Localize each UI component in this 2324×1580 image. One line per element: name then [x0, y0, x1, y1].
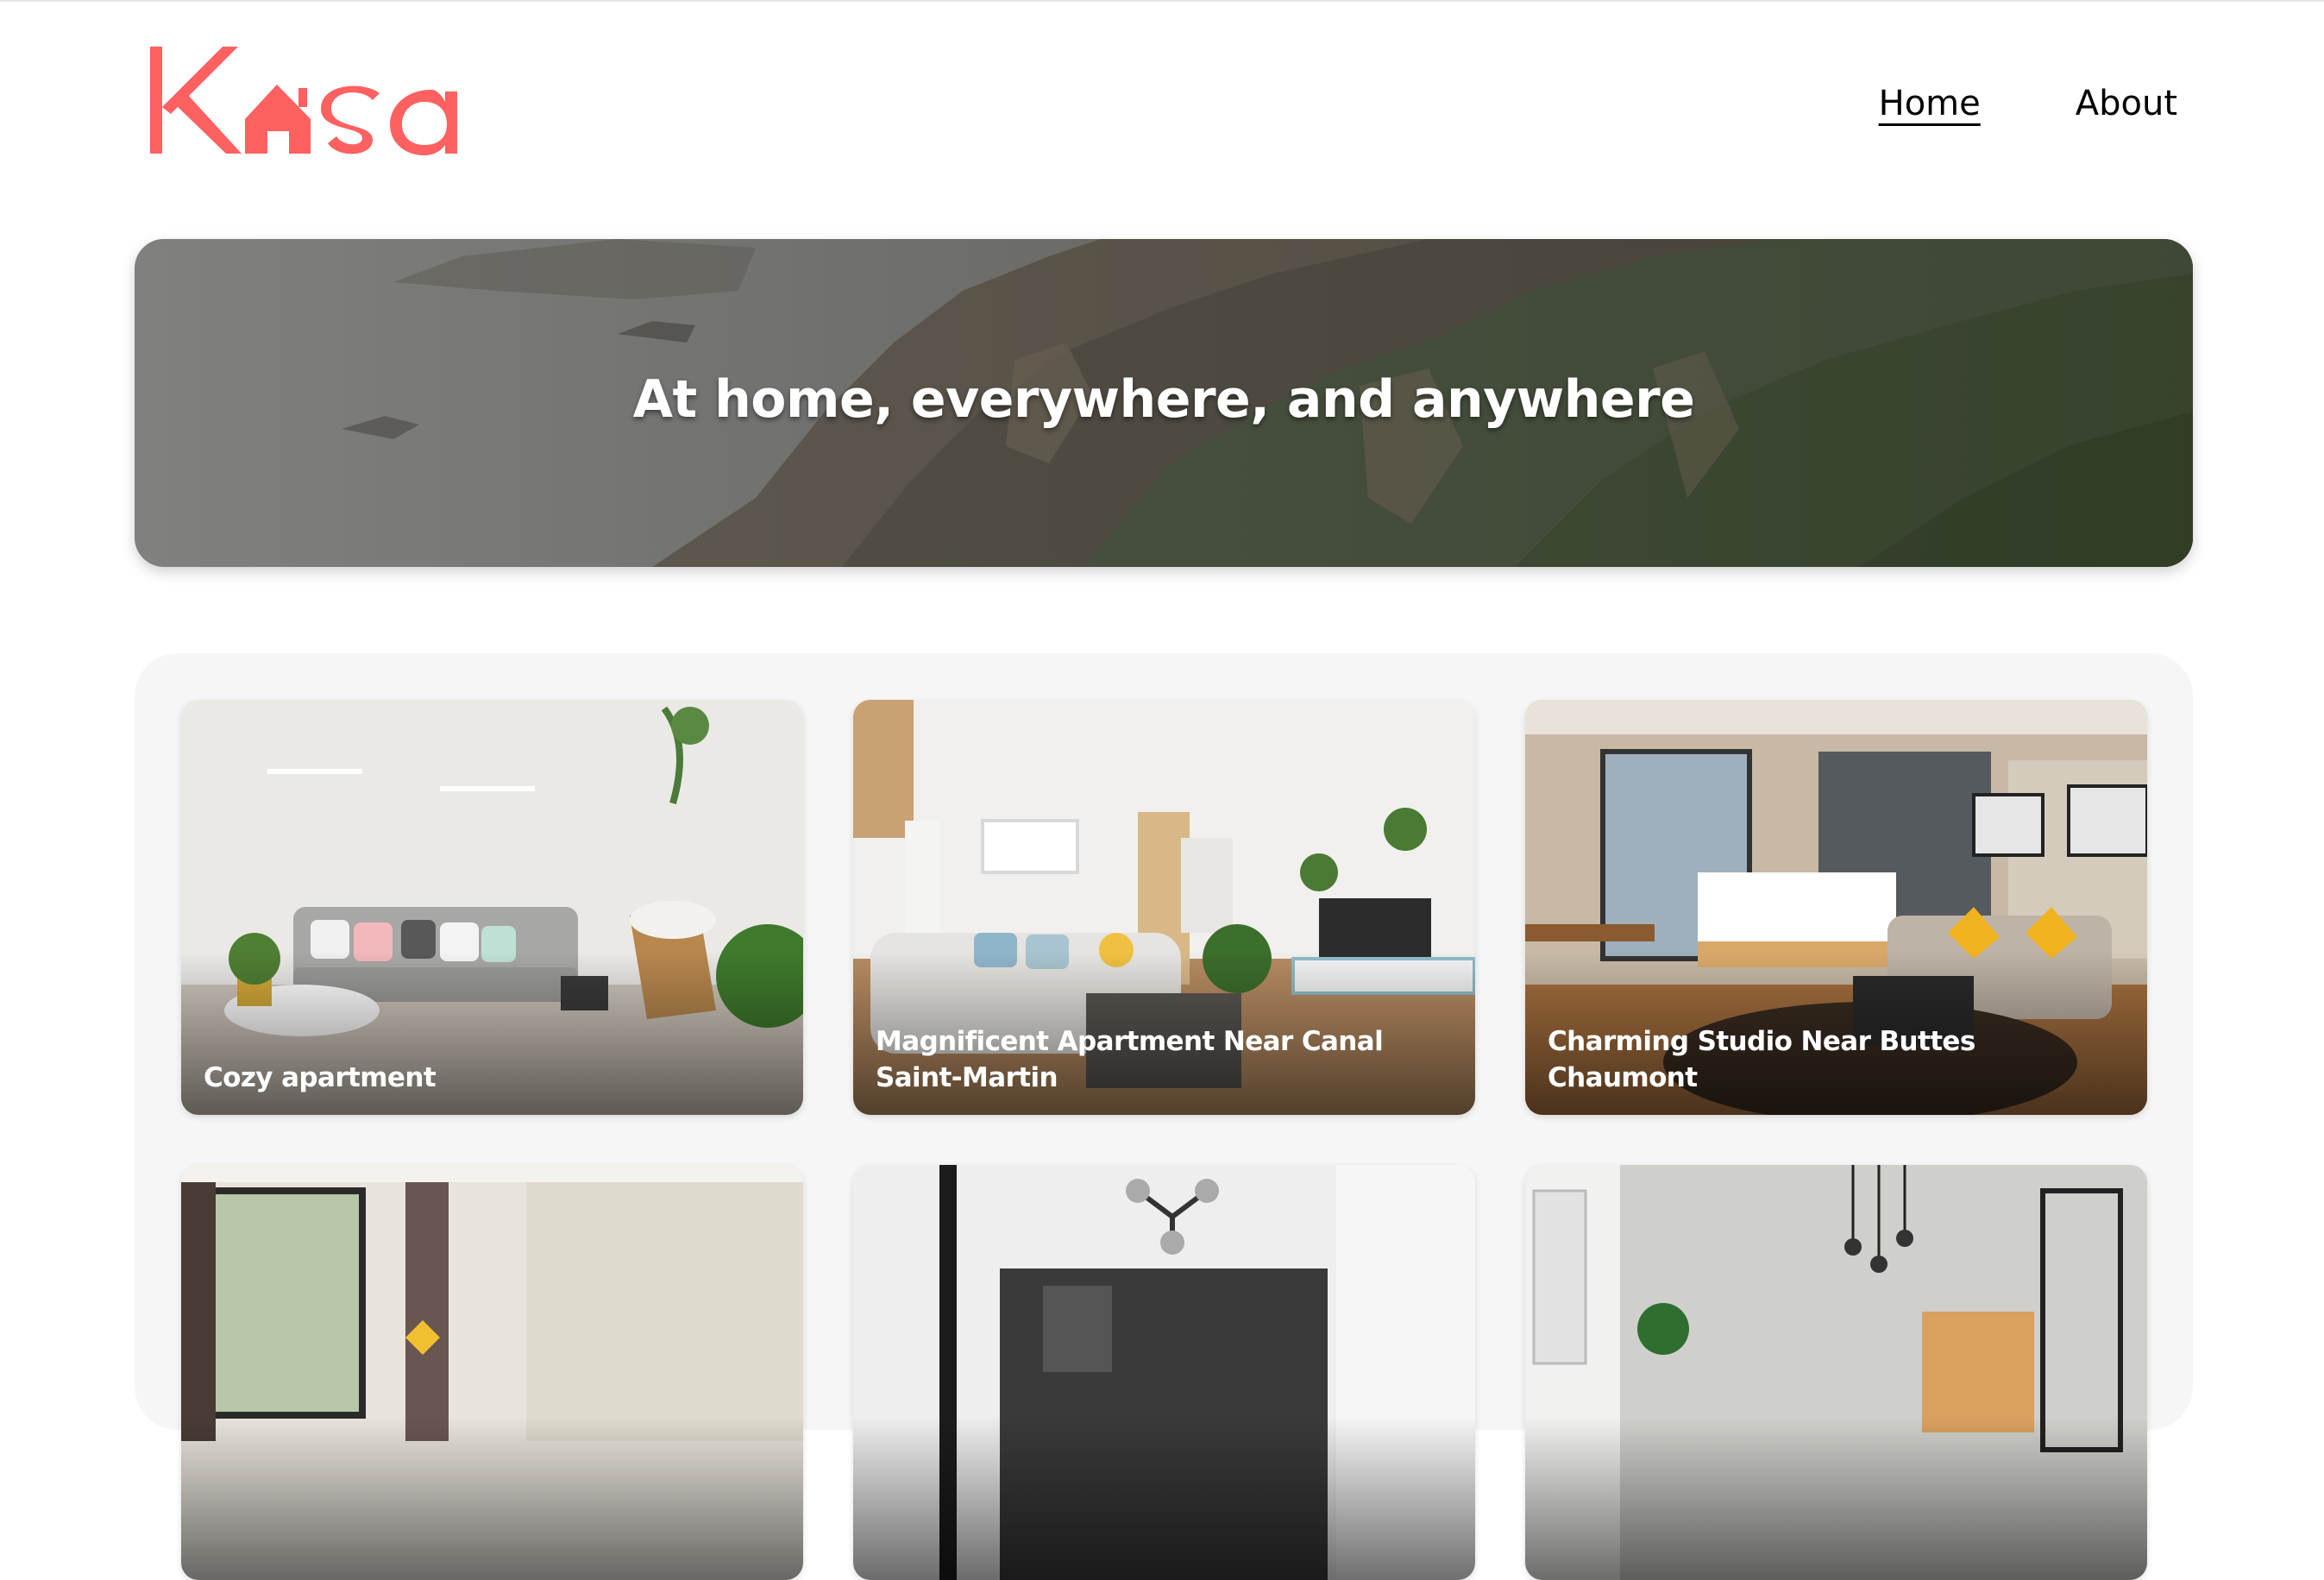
listing-card[interactable]: Charming Studio Near Buttes Chaumont	[1525, 700, 2147, 1115]
kasa-logo[interactable]	[147, 40, 509, 169]
hero-banner: At home, everywhere, and anywhere	[135, 239, 2193, 567]
listing-title: Magnificent Apartment Near Canal Saint-M…	[876, 1026, 1384, 1093]
nav-link-home[interactable]: Home	[1879, 79, 1981, 128]
listings-gallery: Cozy apartment Magnificent Apartment Nea…	[135, 653, 2193, 1580]
listing-card[interactable]	[853, 1165, 1475, 1580]
listing-title: Cozy apartment	[204, 1062, 437, 1093]
listing-title: Charming Studio Near Buttes Chaumont	[1548, 1026, 1975, 1093]
listing-card[interactable]: Magnificent Apartment Near Canal Saint-M…	[853, 700, 1475, 1115]
main-nav: Home About	[1879, 79, 2177, 128]
site-header: Home About	[0, 0, 2324, 207]
nav-link-about[interactable]: About	[2076, 79, 2177, 128]
hero-title: At home, everywhere, and anywhere	[632, 369, 1695, 430]
listing-card[interactable]	[181, 1165, 803, 1580]
listing-card[interactable]: Cozy apartment	[181, 700, 803, 1115]
listing-card[interactable]	[1525, 1165, 2147, 1580]
